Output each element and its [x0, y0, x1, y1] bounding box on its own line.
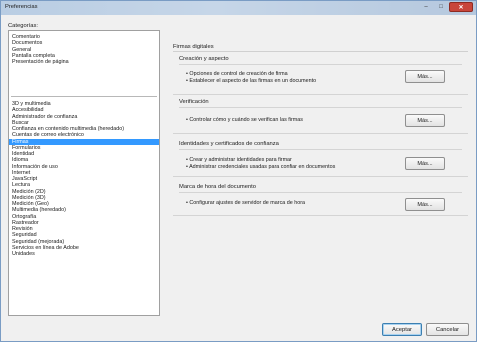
cancel-button[interactable]: Cancelar: [426, 323, 469, 336]
category-item[interactable]: Identidad: [9, 151, 159, 157]
category-item[interactable]: Seguridad (mejorada): [9, 239, 159, 245]
category-item[interactable]: Medición (2D): [9, 189, 159, 195]
category-item[interactable]: Ortografía: [9, 214, 159, 220]
bullet-item: • Administrar credenciales usadas para c…: [186, 164, 336, 170]
category-item[interactable]: Información de uso: [9, 164, 159, 170]
bullet-item: • Crear y administrar identidades para f…: [186, 157, 292, 163]
category-item[interactable]: Rastreador: [9, 220, 159, 226]
bullet-item: • Configurar ajustes de servidor de marc…: [186, 200, 306, 206]
category-item[interactable]: Revisión: [9, 226, 159, 232]
section-divider: [179, 64, 462, 65]
category-item[interactable]: Seguridad: [9, 232, 159, 238]
section-creation: Creación y aspecto • Opciones de control…: [173, 53, 468, 95]
category-item[interactable]: Medición (3D): [9, 195, 159, 201]
bullet-item: • Opciones de control de creación de fir…: [186, 71, 288, 77]
category-item[interactable]: Medición (Geo): [9, 201, 159, 207]
creation-more-button[interactable]: Más...: [405, 70, 445, 83]
bullet-item: • Controlar cómo y cuándo se verifican l…: [186, 117, 303, 123]
close-icon[interactable]: ✕: [449, 2, 473, 12]
category-item[interactable]: Internet: [9, 170, 159, 176]
section-heading: Verificación: [179, 99, 209, 105]
categories-label: Categorías:: [8, 23, 38, 29]
title-divider: [173, 51, 468, 52]
category-item[interactable]: Comentario: [9, 34, 159, 40]
section-heading: Creación y aspecto: [179, 56, 229, 62]
section-divider: [179, 107, 462, 108]
accept-button[interactable]: Aceptar: [382, 323, 422, 336]
section-divider: [179, 192, 462, 193]
timestamp-more-button[interactable]: Más...: [405, 198, 445, 211]
category-item[interactable]: Buscar: [9, 120, 159, 126]
window-title: Preferencias: [5, 4, 38, 10]
category-item[interactable]: 3D y multimedia: [9, 101, 159, 107]
bullet-item: • Establecer el aspecto de las firmas en…: [186, 78, 317, 84]
section-timestamp: Marca de hora del documento • Configurar…: [173, 178, 468, 216]
section-heading: Identidades y certificados de confianza: [179, 141, 279, 147]
category-item[interactable]: Multimedia (heredado): [9, 207, 159, 213]
section-verification: Verificación • Controlar cómo y cuándo s…: [173, 96, 468, 134]
category-item[interactable]: Accesibilidad: [9, 107, 159, 113]
category-item[interactable]: General: [9, 47, 159, 53]
title-bar[interactable]: Preferencias – □ ✕: [1, 1, 476, 15]
category-item[interactable]: Idioma: [9, 157, 159, 163]
section-divider: [179, 149, 462, 150]
section-identities: Identidades y certificados de confianza …: [173, 135, 468, 177]
verification-more-button[interactable]: Más...: [405, 114, 445, 127]
category-item[interactable]: Documentos: [9, 40, 159, 46]
category-item[interactable]: Lectura: [9, 182, 159, 188]
categories-list[interactable]: Comentario Documentos General Pantalla comp…: [8, 30, 160, 316]
category-item[interactable]: JavaScript: [9, 176, 159, 182]
section-heading: Marca de hora del documento: [179, 184, 257, 190]
page-title: Firmas digitales: [173, 44, 214, 50]
identities-more-button[interactable]: Más...: [405, 157, 445, 170]
minimize-icon[interactable]: –: [419, 2, 433, 12]
category-item[interactable]: Presentación de página: [9, 59, 159, 65]
category-item[interactable]: Cuentas de correo electrónico: [9, 132, 159, 138]
category-item[interactable]: Administrador de confianza: [9, 114, 159, 120]
category-item[interactable]: Confianza en contenido multimedia (hered…: [9, 126, 159, 132]
category-item[interactable]: Firmas: [9, 138, 159, 145]
category-item[interactable]: Servicios en línea de Adobe: [9, 245, 159, 251]
category-item[interactable]: Unidades: [9, 251, 159, 257]
maximize-icon[interactable]: □: [435, 2, 447, 12]
category-divider: [11, 96, 157, 97]
preferences-window: Preferencias – □ ✕ Categorías: Comentari…: [0, 0, 477, 342]
category-item[interactable]: Pantalla completa: [9, 53, 159, 59]
category-item[interactable]: Formularios: [9, 145, 159, 151]
